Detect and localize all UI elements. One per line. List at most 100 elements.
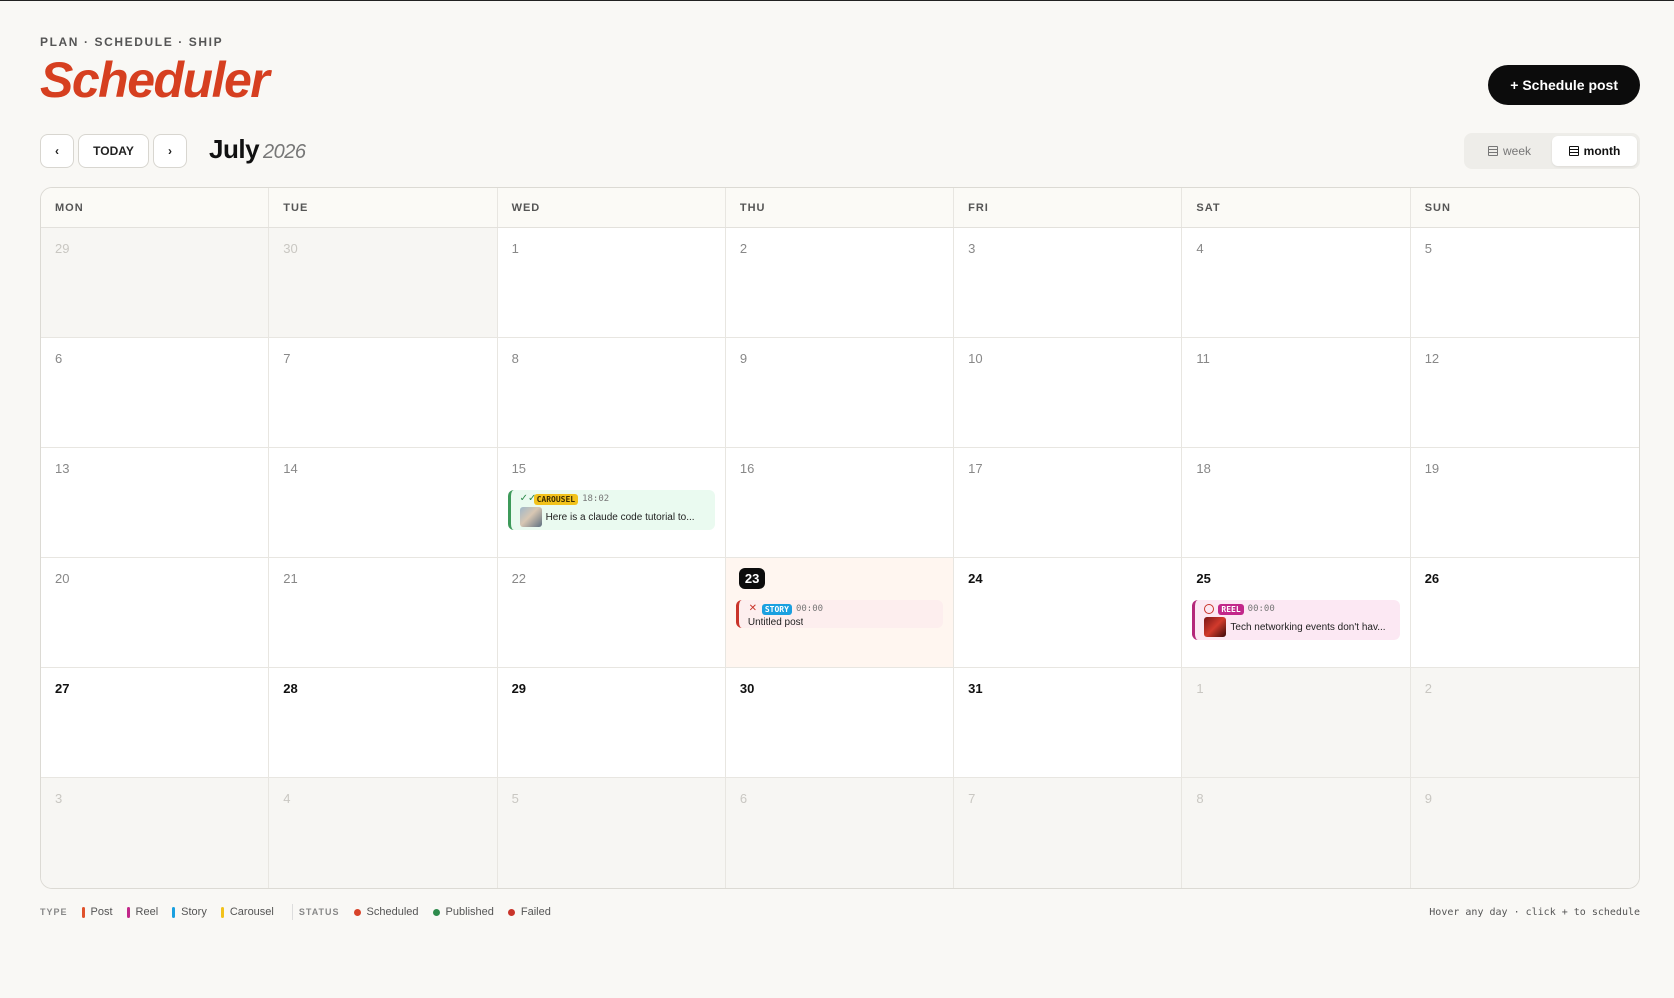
day-number: 6	[739, 791, 748, 806]
day-cell[interactable]: 29	[498, 668, 726, 777]
legend-type-item: Reel	[126, 906, 159, 918]
legend-status-title: STATUS	[298, 907, 340, 917]
post-time: 00:00	[1247, 604, 1275, 614]
year-name: 2026	[263, 141, 306, 163]
type-color-swatch	[220, 906, 224, 918]
legend-type-title: TYPE	[40, 907, 68, 917]
weekday-header-cell: THU	[726, 188, 955, 227]
legend-divider	[291, 904, 293, 920]
day-cell[interactable]: 16	[726, 448, 955, 557]
day-number: 10	[968, 351, 983, 366]
day-cell[interactable]: 18	[1182, 448, 1411, 557]
view-month-label: month	[1583, 144, 1621, 158]
legend-type-item: Story	[172, 906, 207, 918]
post-caption: Here is a claude code tutorial to...	[545, 511, 695, 523]
schedule-post-button[interactable]: + Schedule post	[1488, 65, 1640, 105]
day-cell[interactable]: 3	[41, 778, 270, 888]
day-cell[interactable]: 30	[726, 668, 955, 777]
day-cell[interactable]: 14	[269, 448, 498, 557]
week-row: 27 28 29 30 31 1 2	[41, 668, 1639, 778]
day-cell[interactable]: 6	[41, 338, 270, 447]
legend-bar: TYPE Post Reel Story Carousel STATUS Schedu…	[40, 904, 1640, 920]
day-cell[interactable]: 5	[1411, 228, 1639, 337]
day-cell[interactable]: 10	[954, 338, 1183, 447]
day-cell[interactable]: 13	[41, 448, 270, 557]
day-cell[interactable]: 7	[954, 778, 1183, 888]
day-cell[interactable]: 4	[269, 778, 498, 888]
legend-types: Post Reel Story Carousel	[81, 906, 288, 918]
hint-text: Hover any day · click + to schedule	[1429, 906, 1640, 918]
day-cell[interactable]: 22	[498, 558, 726, 667]
day-cell[interactable]: 4	[1182, 228, 1411, 337]
day-number: 7	[968, 791, 976, 806]
day-cell[interactable]: 26	[1411, 558, 1639, 667]
day-cell[interactable]: 17	[954, 448, 1183, 557]
day-cell[interactable]: 5	[497, 778, 726, 888]
day-cell[interactable]: 20	[41, 558, 270, 667]
day-number: 11	[1196, 351, 1210, 366]
legend-status-item: Published	[432, 906, 494, 918]
event-body: Untitled post	[748, 617, 937, 628]
view-week-option[interactable]: week	[1467, 136, 1552, 166]
day-cell[interactable]: 21	[269, 558, 498, 667]
status-dot-icon	[507, 908, 515, 916]
failed-x-icon: ✕	[748, 603, 758, 614]
day-cell[interactable]: 30	[269, 228, 498, 337]
day-number: 8	[511, 351, 519, 366]
next-month-button[interactable]: ›	[153, 134, 187, 168]
day-cell[interactable]: 2	[1410, 668, 1639, 777]
day-cell[interactable]: 31	[954, 668, 1183, 777]
day-cell[interactable]: 1	[498, 228, 726, 337]
day-number: 30	[739, 681, 755, 696]
post-thumbnail	[519, 507, 542, 527]
day-number: 13	[55, 461, 70, 476]
day-cell[interactable]: 15 ✓✓ CAROUSEL 18:02 Here is a claude co…	[498, 448, 726, 557]
day-cell-today[interactable]: 23 ✕ STORY 00:00 Untitled post	[725, 558, 955, 667]
week-grid-icon	[1487, 146, 1498, 156]
page-eyebrow: PLAN · SCHEDULE · SHIP	[40, 35, 224, 49]
day-cell[interactable]: 9	[1410, 778, 1639, 888]
day-cell[interactable]: 2	[726, 228, 955, 337]
legend-type-item: Carousel	[220, 906, 274, 918]
day-cell[interactable]: 8	[1182, 778, 1411, 888]
day-number: 12	[1424, 351, 1440, 366]
post-type-badge: REEL	[1218, 603, 1244, 615]
day-cell[interactable]: 12	[1411, 338, 1639, 447]
day-number: 8	[1196, 791, 1204, 806]
weekday-header-cell: WED	[498, 188, 726, 227]
day-number: 3	[968, 241, 976, 256]
post-event-card[interactable]: REEL 00:00 Tech networking events don't …	[1192, 600, 1400, 640]
day-cell[interactable]: 7	[269, 338, 498, 447]
legend-type-label: Reel	[135, 906, 159, 918]
day-cell[interactable]: 8	[498, 338, 726, 447]
day-cell[interactable]: 19	[1411, 448, 1639, 557]
day-cell[interactable]: 9	[726, 338, 955, 447]
day-number: 27	[55, 681, 70, 696]
day-cell[interactable]: 1	[1182, 668, 1411, 777]
day-number: 3	[55, 791, 63, 806]
post-event-card[interactable]: ✓✓ CAROUSEL 18:02 Here is a claude code …	[507, 490, 715, 530]
post-type-badge: STORY	[761, 603, 792, 615]
status-dot-icon	[353, 908, 361, 916]
view-month-option[interactable]: month	[1552, 136, 1637, 166]
type-color-swatch	[126, 906, 130, 918]
week-row: 29 30 1 2 3 4 5	[41, 228, 1639, 338]
today-button[interactable]: TODAY	[78, 134, 149, 168]
legend-status-label: Failed	[520, 906, 551, 918]
day-cell[interactable]: 11	[1182, 338, 1411, 447]
day-cell[interactable]: 3	[954, 228, 1183, 337]
type-color-swatch	[172, 906, 176, 918]
day-cell[interactable]: 24	[954, 558, 1183, 667]
view-week-label: week	[1502, 144, 1531, 158]
post-event-card[interactable]: ✕ STORY 00:00 Untitled post	[735, 600, 944, 628]
day-cell[interactable]: 29	[41, 228, 270, 337]
day-cell[interactable]: 28	[269, 668, 498, 777]
day-number: 22	[511, 571, 527, 586]
day-number: 31	[968, 681, 983, 696]
day-cell[interactable]: 25 REEL 00:00 Tech networking events don…	[1182, 558, 1411, 667]
post-time: 18:02	[582, 494, 610, 504]
prev-month-button[interactable]: ‹	[40, 134, 74, 168]
day-cell[interactable]: 27	[41, 668, 270, 777]
day-cell[interactable]: 6	[725, 778, 955, 888]
day-number: 18	[1196, 461, 1211, 476]
